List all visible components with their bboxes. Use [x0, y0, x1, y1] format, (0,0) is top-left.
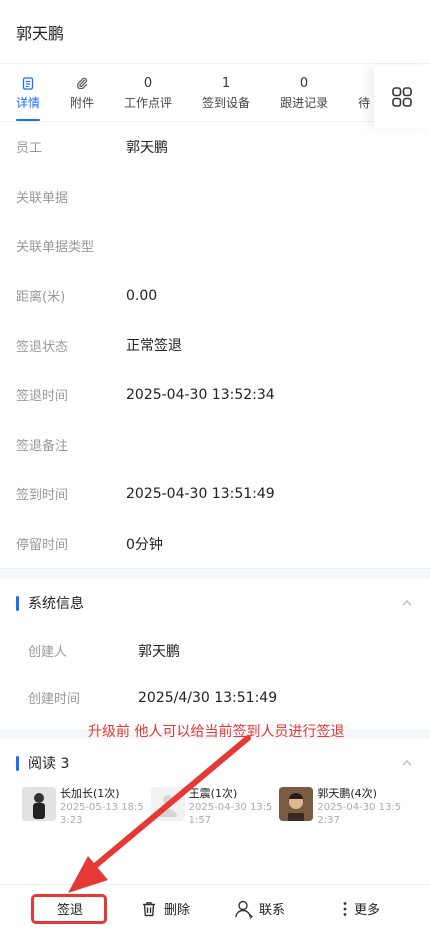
field-row: 员工 郭天鹏	[16, 122, 414, 172]
field-value: 0分钟	[126, 536, 163, 553]
field-label: 签退状态	[16, 339, 69, 355]
reader-date: 2025-04-30 13:52:37	[317, 802, 402, 827]
reader-name: 王震(1次)	[188, 787, 238, 801]
avatar	[279, 787, 314, 822]
reader-name: 长加长(1次)	[60, 787, 120, 801]
reader-item[interactable]: 长加长(1次) 2025-05-13 18:53:23	[22, 787, 151, 827]
field-label: 签退备注	[16, 438, 69, 454]
field-row: 关联单据类型	[16, 221, 414, 271]
reader-item[interactable]: 王震(1次) 2025-04-30 13:51:57	[150, 787, 280, 827]
delete-button[interactable]: 删除	[140, 899, 190, 918]
annotation-note: 升级前 他人可以给当前签到人员进行签退	[88, 724, 345, 740]
reader-name: 郭天鹏(4次)	[317, 787, 377, 801]
section-title: 系统信息	[28, 596, 84, 613]
field-label: 签到时间	[16, 488, 69, 504]
avatar	[150, 787, 185, 822]
tab-label: 附件	[70, 96, 95, 110]
contact-label: 联系	[259, 903, 286, 918]
more-vertical-icon	[343, 901, 347, 916]
field-row: 创建时间 2025/4/30 13:51:49	[28, 674, 402, 721]
section-accent-bar	[16, 755, 19, 771]
field-label: 创建人	[28, 645, 68, 661]
chevron-up-icon[interactable]	[400, 596, 414, 610]
more-label: 更多	[354, 903, 381, 918]
detail-fields: 员工 郭天鹏 关联单据 关联单据类型 距离(米) 0.00 签退状态 正常签退 签退时…	[0, 122, 430, 570]
doc-icon	[22, 74, 34, 92]
page-header: 郭天鹏	[0, 0, 430, 64]
field-value: 2025/4/30 13:51:49	[138, 689, 278, 706]
reader-item[interactable]: 郭天鹏(4次) 2025-04-30 13:52:37	[279, 787, 408, 827]
tab-label: 跟进记录	[280, 96, 329, 110]
field-row: 停留时间 0分钟	[16, 519, 414, 569]
field-value: 2025-04-30 13:52:34	[126, 386, 275, 403]
tab-details[interactable]: 详情	[16, 69, 40, 121]
page-title: 郭天鹏	[16, 23, 65, 43]
tab-label: 待	[358, 96, 371, 110]
field-label: 签退时间	[16, 389, 69, 405]
field-row: 签退状态 正常签退	[16, 320, 414, 370]
tab-label: 详情	[16, 96, 41, 110]
system-info-fields: 创建人 郭天鹏 创建时间 2025/4/30 13:51:49	[0, 627, 430, 729]
delete-label: 删除	[164, 903, 191, 918]
tab-bar: 详情 附件 0 工作点评 1 签到设备 0 跟进记录 待	[0, 64, 430, 122]
field-label: 关联单据类型	[16, 240, 95, 256]
field-row: 签退备注	[16, 420, 414, 470]
tab-count: 0	[143, 75, 153, 91]
field-label: 员工	[16, 141, 43, 157]
avatar	[22, 787, 56, 822]
section-accent-bar	[16, 595, 19, 611]
field-value: 郭天鹏	[138, 643, 180, 660]
field-row: 关联单据	[16, 172, 414, 222]
system-info-header[interactable]: 系统信息	[0, 579, 430, 627]
readers-header[interactable]: 阅读 3	[0, 739, 430, 787]
field-row: 距离(米) 0.00	[16, 271, 414, 321]
trash-icon	[143, 901, 155, 916]
checkout-highlight-box	[31, 894, 107, 924]
tab-menu-button[interactable]	[374, 66, 430, 128]
tab-checkin-device[interactable]: 1 签到设备	[202, 69, 250, 121]
chevron-up-icon[interactable]	[400, 756, 414, 770]
field-value: 2025-04-30 13:51:49	[126, 485, 275, 502]
field-value: 郭天鹏	[126, 139, 168, 156]
paperclip-icon	[76, 74, 88, 92]
person-icon	[235, 900, 253, 919]
tab-label: 工作点评	[124, 96, 173, 110]
field-label: 停留时间	[16, 538, 69, 554]
field-label: 创建时间	[28, 692, 81, 708]
tab-count: 1	[221, 75, 231, 91]
field-value: 正常签退	[126, 338, 182, 355]
tab-attachments[interactable]: 附件	[70, 69, 94, 121]
reader-date: 2025-05-13 18:53:23	[60, 802, 144, 827]
reader-list: 长加长(1次) 2025-05-13 18:53:23 王震(1次) 2025-04…	[0, 787, 430, 849]
field-row: 签退时间 2025-04-30 13:52:34	[16, 370, 414, 420]
more-button[interactable]: 更多	[340, 899, 380, 918]
tab-follow-up[interactable]: 0 跟进记录	[280, 69, 328, 121]
tab-count: 0	[299, 75, 309, 91]
tab-work-review[interactable]: 0 工作点评	[124, 69, 172, 121]
contact-button[interactable]: 联系	[234, 899, 285, 919]
tab-label: 签到设备	[202, 96, 251, 110]
field-label: 距离(米)	[16, 290, 66, 306]
field-row: 签到时间 2025-04-30 13:51:49	[16, 469, 414, 519]
reader-date: 2025-04-30 13:51:57	[188, 802, 273, 827]
grid-icon	[392, 87, 412, 107]
field-row: 创建人 郭天鹏	[28, 627, 402, 674]
field-value: 0.00	[126, 287, 158, 304]
field-label: 关联单据	[16, 190, 69, 206]
section-title: 阅读 3	[28, 756, 70, 773]
tab-pending-partial[interactable]: 待	[358, 69, 370, 121]
section-divider	[0, 569, 430, 580]
